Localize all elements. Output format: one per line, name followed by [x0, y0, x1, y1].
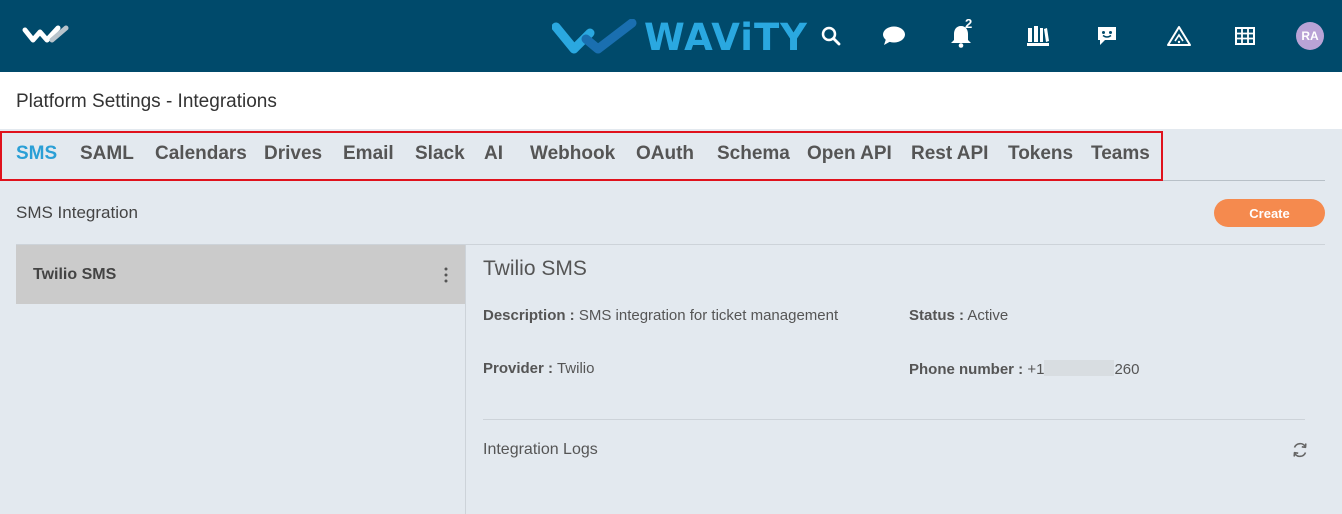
description-key: Description : — [483, 307, 575, 324]
refresh-icon[interactable] — [1290, 440, 1310, 460]
list-item[interactable]: Twilio SMS — [16, 245, 465, 304]
top-navigation-bar: WAViTY 2 RA — [0, 0, 1342, 72]
tab-saml[interactable]: SAML — [80, 143, 134, 165]
tab-tokens[interactable]: Tokens — [1008, 143, 1073, 165]
alert-triangle-icon[interactable] — [1163, 20, 1195, 52]
notifications-bell-icon[interactable]: 2 — [945, 16, 977, 52]
brand-mark-icon — [552, 19, 637, 54]
status-field: Status : Active — [909, 307, 1008, 324]
grid-icon[interactable] — [1229, 20, 1261, 52]
tab-drives[interactable]: Drives — [264, 143, 322, 165]
logs-divider — [483, 419, 1305, 420]
notification-count: 2 — [965, 16, 973, 31]
user-avatar[interactable]: RA — [1296, 22, 1324, 50]
tab-underline — [1163, 180, 1325, 181]
tab-webhook[interactable]: Webhook — [530, 143, 615, 165]
phone-prefix: +1 — [1027, 361, 1045, 378]
list-item-label: Twilio SMS — [33, 266, 117, 283]
tab-slack[interactable]: Slack — [415, 143, 465, 165]
tab-schema[interactable]: Schema — [717, 143, 790, 165]
brand-logo: WAViTY — [552, 14, 808, 60]
brand-name: WAViTY — [644, 15, 808, 59]
chat-icon[interactable] — [878, 20, 910, 52]
description-value: SMS integration for ticket management — [578, 307, 839, 324]
detail-title: Twilio SMS — [483, 257, 587, 280]
more-options-icon[interactable] — [440, 265, 452, 285]
provider-key: Provider : — [483, 360, 554, 377]
phone-key: Phone number : — [909, 361, 1024, 378]
phone-suffix: 260 — [1114, 361, 1140, 378]
integration-logs-label: Integration Logs — [483, 441, 598, 458]
integration-list: Twilio SMS — [16, 245, 465, 514]
provider-field: Provider : Twilio — [483, 360, 594, 377]
section-title: SMS Integration — [16, 203, 138, 222]
tab-oauth[interactable]: OAuth — [636, 143, 694, 165]
tab-calendars[interactable]: Calendars — [155, 143, 247, 165]
tab-teams[interactable]: Teams — [1091, 143, 1150, 165]
tab-sms[interactable]: SMS — [16, 143, 57, 165]
tab-rest-api[interactable]: Rest API — [911, 143, 988, 165]
tab-open-api[interactable]: Open API — [807, 143, 892, 165]
status-value: Active — [967, 307, 1009, 324]
panel-divider — [465, 245, 466, 514]
library-icon[interactable] — [1022, 20, 1054, 52]
tab-email[interactable]: Email — [343, 143, 394, 165]
search-icon[interactable] — [815, 20, 847, 52]
status-key: Status : — [909, 307, 965, 324]
description-field: Description : SMS integration for ticket… — [483, 307, 838, 324]
redacted-block — [1044, 360, 1115, 376]
page-title-bar: Platform Settings - Integrations — [0, 72, 1342, 129]
create-button[interactable]: Create — [1214, 199, 1325, 227]
provider-value: Twilio — [556, 360, 595, 377]
page-title: Platform Settings - Integrations — [16, 91, 277, 112]
feedback-icon[interactable] — [1091, 20, 1123, 52]
home-logo-icon[interactable] — [22, 22, 72, 52]
tab-ai[interactable]: AI — [484, 143, 503, 165]
phone-field: Phone number : +1 260 — [909, 360, 1139, 378]
integration-tabs: SMS SAML Calendars Drives Email Slack AI… — [0, 129, 1342, 181]
